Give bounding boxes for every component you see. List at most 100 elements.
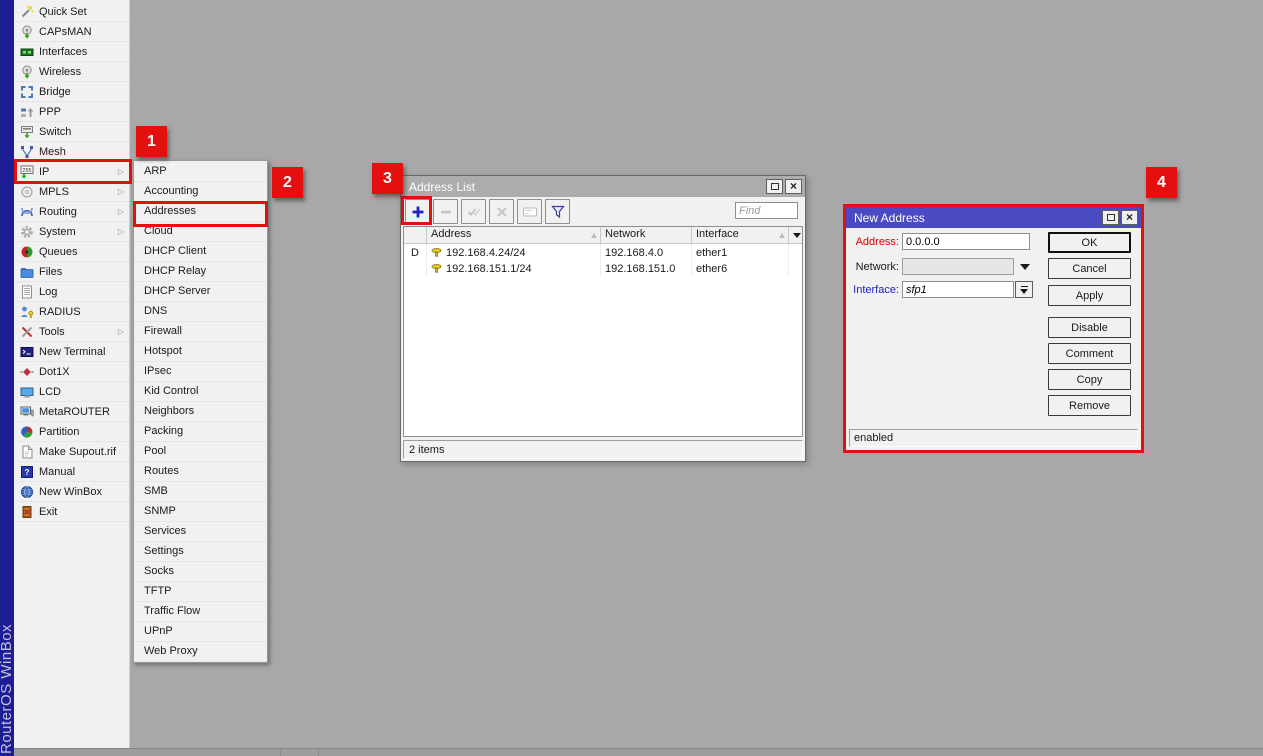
submenu-item-smb[interactable]: SMB [134,482,267,502]
sidebar-item-label: Mesh [39,146,66,158]
sidebar-item-ip[interactable]: 255IP▷ [14,162,129,182]
submenu-item-pool[interactable]: Pool [134,442,267,462]
comment-button[interactable] [517,199,542,224]
ok-button[interactable]: OK [1048,232,1131,253]
disable-button[interactable]: Disable [1048,317,1131,338]
submenu-item-ipsec[interactable]: IPsec [134,362,267,382]
sidebar-item-system[interactable]: System▷ [14,222,129,242]
column-header-label: Network [605,228,645,240]
sidebar-item-label: Interfaces [39,46,87,58]
sidebar-item-new-terminal[interactable]: New Terminal [14,342,129,362]
remove-button[interactable]: Remove [1048,395,1131,416]
submenu-item-dhcp-server[interactable]: DHCP Server [134,282,267,302]
submenu-item-neighbors[interactable]: Neighbors [134,402,267,422]
submenu-item-firewall[interactable]: Firewall [134,322,267,342]
sidebar-item-dot1x[interactable]: Dot1X [14,362,129,382]
maximize-button[interactable] [766,179,783,194]
sidebar-item-metarouter[interactable]: MetaROUTER [14,402,129,422]
submenu-item-hotspot[interactable]: Hotspot [134,342,267,362]
sidebar-item-quick-set[interactable]: Quick Set [14,2,129,22]
sidebar-item-ppp[interactable]: PPP [14,102,129,122]
maximize-button[interactable] [1102,210,1119,225]
ip-submenu: ARPAccountingAddressesCloudDHCP ClientDH… [133,160,268,663]
sidebar-item-tools[interactable]: Tools▷ [14,322,129,342]
sidebar-item-lcd[interactable]: LCD [14,382,129,402]
apply-button[interactable]: Apply [1048,285,1131,306]
submenu-item-packing[interactable]: Packing [134,422,267,442]
filter-button[interactable] [545,199,570,224]
sidebar-item-label: Partition [39,426,79,438]
copy-button[interactable]: Copy [1048,369,1131,390]
sidebar-item-files[interactable]: Files [14,262,129,282]
remove-button[interactable] [433,199,458,224]
address-list-window: Address List × Address Network Interface D… [400,175,806,462]
sidebar-item-switch[interactable]: Switch [14,122,129,142]
close-button[interactable]: × [785,179,802,194]
sidebar-item-label: Tools [39,326,65,338]
find-input[interactable] [735,202,798,219]
sidebar-item-capsman[interactable]: CAPsMAN [14,22,129,42]
submenu-item-dhcp-client[interactable]: DHCP Client [134,242,267,262]
submenu-item-routes[interactable]: Routes [134,462,267,482]
submenu-item-dns[interactable]: DNS [134,302,267,322]
submenu-item-accounting[interactable]: Accounting [134,182,267,202]
submenu-item-addresses[interactable]: Addresses [134,202,267,222]
close-button[interactable]: × [1121,210,1138,225]
items-count: 2 items [409,444,444,456]
address-value: 192.168.4.24/24 [446,247,526,259]
submenu-item-web-proxy[interactable]: Web Proxy [134,642,267,662]
sidebar-item-wireless[interactable]: Wireless [14,62,129,82]
submenu-item-cloud[interactable]: Cloud [134,222,267,242]
files-icon [19,265,34,279]
submenu-item-traffic-flow[interactable]: Traffic Flow [134,602,267,622]
add-button[interactable] [405,199,430,224]
sidebar-item-radius[interactable]: RADIUS [14,302,129,322]
sidebar-item-bridge[interactable]: Bridge [14,82,129,102]
submenu-item-tftp[interactable]: TFTP [134,582,267,602]
sidebar-item-mesh[interactable]: Mesh [14,142,129,162]
sidebar-item-queues[interactable]: Queues [14,242,129,262]
comment-button[interactable]: Comment [1048,343,1131,364]
lcd-icon [19,385,34,399]
address-list-titlebar[interactable]: Address List × [401,176,805,197]
routing-icon [19,205,34,219]
sidebar-item-label: CAPsMAN [39,26,92,38]
tools-icon [19,325,34,339]
sidebar-item-interfaces[interactable]: Interfaces [14,42,129,62]
sidebar-item-mpls[interactable]: MPLS▷ [14,182,129,202]
sidebar-item-routing[interactable]: Routing▷ [14,202,129,222]
sidebar-item-manual[interactable]: ?Manual [14,462,129,482]
enable-button[interactable] [461,199,486,224]
sidebar-item-exit[interactable]: Exit [14,502,129,522]
submenu-item-snmp[interactable]: SNMP [134,502,267,522]
submenu-item-socks[interactable]: Socks [134,562,267,582]
submenu-item-upnp[interactable]: UPnP [134,622,267,642]
submenu-arrow-icon: ▷ [118,207,125,216]
column-options-button[interactable] [789,227,802,243]
table-row[interactable]: D192.168.4.24/24192.168.4.0ether1 [404,244,802,260]
sidebar-item-partition[interactable]: Partition [14,422,129,442]
step-badge-3: 3 [372,163,403,194]
sidebar-item-log[interactable]: Log [14,282,129,302]
column-header-interface[interactable]: Interface [692,227,789,243]
interface-dropdown-button[interactable] [1015,281,1033,298]
submenu-item-dhcp-relay[interactable]: DHCP Relay [134,262,267,282]
submenu-item-settings[interactable]: Settings [134,542,267,562]
cancel-button[interactable]: Cancel [1048,258,1131,279]
column-header-network[interactable]: Network [601,227,692,243]
address-field[interactable] [902,233,1030,250]
column-header-flag[interactable] [404,227,427,243]
table-row[interactable]: 192.168.151.1/24192.168.151.0ether6 [404,260,802,276]
new-address-titlebar[interactable]: New Address × [846,207,1141,228]
submenu-item-services[interactable]: Services [134,522,267,542]
interface-field[interactable] [902,281,1014,298]
sidebar-item-make-supout-rif[interactable]: Make Supout.rif [14,442,129,462]
column-header-address[interactable]: Address [427,227,601,243]
sidebar-item-new-winbox[interactable]: New WinBox [14,482,129,502]
disable-button[interactable] [489,199,514,224]
sidebar-item-label: Bridge [39,86,71,98]
wireless-icon [19,65,34,79]
submenu-item-arp[interactable]: ARP [134,162,267,182]
network-dropdown-icon[interactable] [1020,264,1030,270]
submenu-item-kid-control[interactable]: Kid Control [134,382,267,402]
